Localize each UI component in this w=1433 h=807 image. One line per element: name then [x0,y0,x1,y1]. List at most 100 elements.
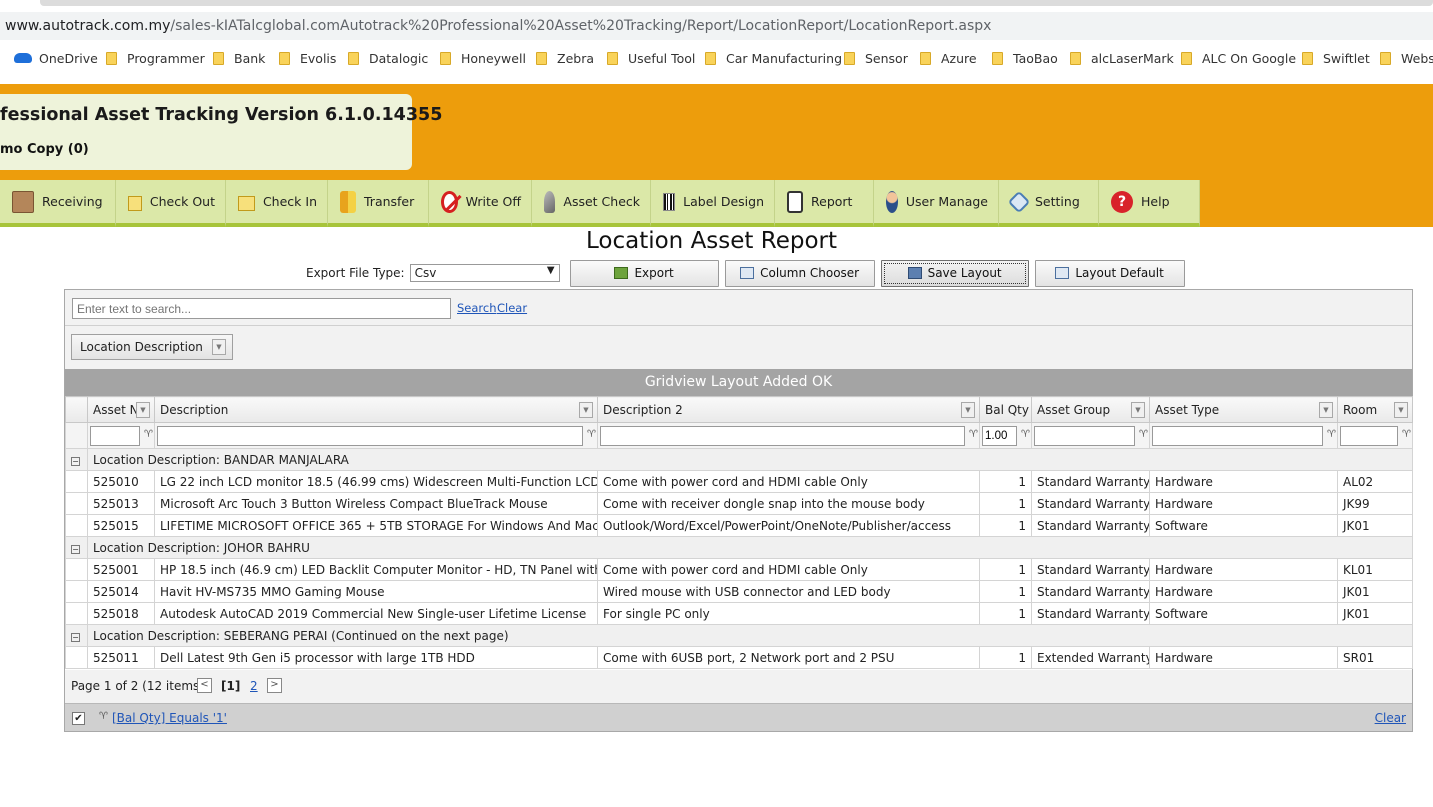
url-path: /sales-kIATalcglobal.comAutotrack%20Prof… [170,18,992,34]
bookmark-folder[interactable]: Bank [213,49,265,67]
funnel-icon[interactable]: ♈ [1327,429,1336,440]
bookmark-folder[interactable]: TaoBao [992,49,1058,67]
filter-bar: ✔ ♈ [Bal Qty] Equals '1' Clear [65,703,1412,731]
filter-input-description[interactable] [157,425,583,446]
export-button[interactable]: Export [569,259,719,287]
menu-check-out[interactable]: Check Out [116,180,226,227]
filter-dropdown-icon[interactable]: ▼ [1319,402,1333,418]
filter-input-asset-no[interactable] [90,425,140,446]
group-by-chip[interactable]: Location Description △ ▼ [71,334,233,360]
collapse-icon[interactable]: − [71,456,80,466]
menu-write-off[interactable]: Write Off [429,180,532,227]
menu-report[interactable]: Report [775,180,874,227]
filter-enabled-checkbox[interactable]: ✔ [72,712,85,725]
cell-asset-no: 525010 [87,470,155,493]
collapse-icon[interactable]: − [71,632,80,642]
menu-setting[interactable]: Setting [999,180,1099,227]
save-layout-button[interactable]: Save Layout [880,259,1029,287]
funnel-icon[interactable]: ♈ [969,429,978,440]
column-header-description[interactable]: Description ▼ [154,396,598,423]
table-row[interactable]: 525011 Dell Latest 9th Gen i5 processor … [65,646,1413,669]
column-header-description-2[interactable]: Description 2 ▼ [597,396,980,423]
column-header-asset-type[interactable]: Asset Type ▼ [1149,396,1338,423]
bookmark-folder[interactable]: Sensor [844,49,908,67]
menu-transfer[interactable]: Transfer [328,180,429,227]
cell-room: AL02 [1337,470,1413,493]
filter-dropdown-icon[interactable]: ▼ [1131,402,1145,418]
column-header-asset-no[interactable]: Asset No ▼ [87,396,155,423]
table-row[interactable]: 525014 Havit HV-MS735 MMO Gaming Mouse W… [65,580,1413,603]
bookmark-folder[interactable]: ALC On Google [1181,49,1296,67]
clear-search-link[interactable]: Clear [497,301,527,315]
menu-asset-check[interactable]: Asset Check [532,180,651,227]
filter-input-asset-group[interactable] [1034,425,1135,446]
menu-receiving[interactable]: Receiving [0,180,116,227]
envelope-in-icon [238,195,255,211]
table-row[interactable]: 525001 HP 18.5 inch (46.9 cm) LED Backli… [65,558,1413,581]
filter-dropdown-icon[interactable]: ▼ [961,402,975,418]
filter-dropdown-icon[interactable]: ▼ [136,402,150,418]
prev-page-icon[interactable]: < [197,678,212,693]
bookmark-folder[interactable]: Honeywell [440,49,526,67]
box-icon [12,190,34,213]
bookmark-folder[interactable]: Azure [920,49,977,67]
collapse-icon[interactable]: − [71,544,80,554]
columns-icon [740,267,755,279]
bookmark-folder[interactable]: Websi [1380,49,1433,67]
bookmark-label: Programmer [127,50,205,66]
layout-default-button[interactable]: Layout Default [1034,259,1185,287]
cell-description: Microsoft Arc Touch 3 Button Wireless Co… [154,492,598,515]
indent-cell [65,580,88,603]
search-link[interactable]: Search [457,301,497,315]
bookmark-folder[interactable]: Useful Tool [607,49,695,67]
funnel-icon[interactable]: ♈ [1402,429,1411,440]
table-row[interactable]: 525018 Autodesk AutoCAD 2019 Commercial … [65,602,1413,625]
filter-cell-description: ♈ [154,422,598,449]
column-header-room[interactable]: Room ▼ [1337,396,1413,423]
bookmark-label: Websi [1401,50,1433,66]
bookmark-folder[interactable]: Swiftlet [1302,49,1370,67]
filter-dropdown-icon[interactable]: ▼ [579,402,593,418]
column-header-bal-qty[interactable]: Bal Qty [979,396,1032,423]
filter-expression-link[interactable]: [Bal Qty] Equals '1' [112,711,227,725]
export-type-value: Csv [414,266,437,280]
menu-label-design[interactable]: Label Design [651,180,775,227]
bookmark-folder[interactable]: Zebra [536,49,594,67]
indent-cell [65,602,88,625]
menu-help[interactable]: ? Help [1099,180,1200,227]
funnel-icon[interactable]: ♈ [1021,429,1030,440]
bookmark-folder[interactable]: alcLaserMark [1070,49,1174,67]
bookmark-folder[interactable]: Car Manufacturing [705,49,842,67]
column-header-asset-group[interactable]: Asset Group ▼ [1031,396,1150,423]
url-text[interactable]: www.autotrack.com.my/sales-kIATalcglobal… [5,18,991,34]
filter-dropdown-icon[interactable]: ▼ [1394,402,1408,418]
folder-icon [279,51,290,65]
filter-input-room[interactable] [1340,425,1398,446]
export-type-select[interactable]: Csv ▼ [409,264,560,282]
filter-cell-bal-qty: ♈ [979,422,1032,449]
menu-check-in[interactable]: Check In [226,180,328,227]
header-label: Bal Qty [985,402,1029,417]
bookmark-folder[interactable]: Datalogic [348,49,428,67]
filter-input-asset-type[interactable] [1152,425,1323,446]
menu-user-manage[interactable]: User Manage [874,180,999,227]
address-bar[interactable]: www.autotrack.com.my/sales-kIATalcglobal… [0,12,1433,40]
funnel-icon[interactable]: ♈ [144,429,153,440]
table-row[interactable]: 525015 LIFETIME MICROSOFT OFFICE 365 + 5… [65,514,1413,537]
filter-input-description-2[interactable] [600,425,965,446]
funnel-icon[interactable]: ♈ [1139,429,1148,440]
table-row[interactable]: 525013 Microsoft Arc Touch 3 Button Wire… [65,492,1413,515]
column-chooser-button[interactable]: Column Chooser [724,259,875,287]
page-link-2[interactable]: 2 [250,679,258,693]
cell-asset-group: Standard Warranty [1031,558,1150,581]
chevron-down-icon[interactable]: ▼ [212,339,226,355]
filter-input-bal-qty[interactable] [982,425,1017,446]
grid-search-input[interactable] [72,298,451,319]
bookmark-folder[interactable]: Programmer [106,49,205,67]
next-page-icon[interactable]: > [267,678,282,693]
bookmark-folder[interactable]: Evolis [279,49,336,67]
funnel-icon[interactable]: ♈ [587,429,596,440]
bookmark-onedrive[interactable]: OneDrive [14,49,98,67]
clear-filter-link[interactable]: Clear [1375,711,1406,725]
table-row[interactable]: 525010 LG 22 inch LCD monitor 18.5 (46.9… [65,470,1413,493]
